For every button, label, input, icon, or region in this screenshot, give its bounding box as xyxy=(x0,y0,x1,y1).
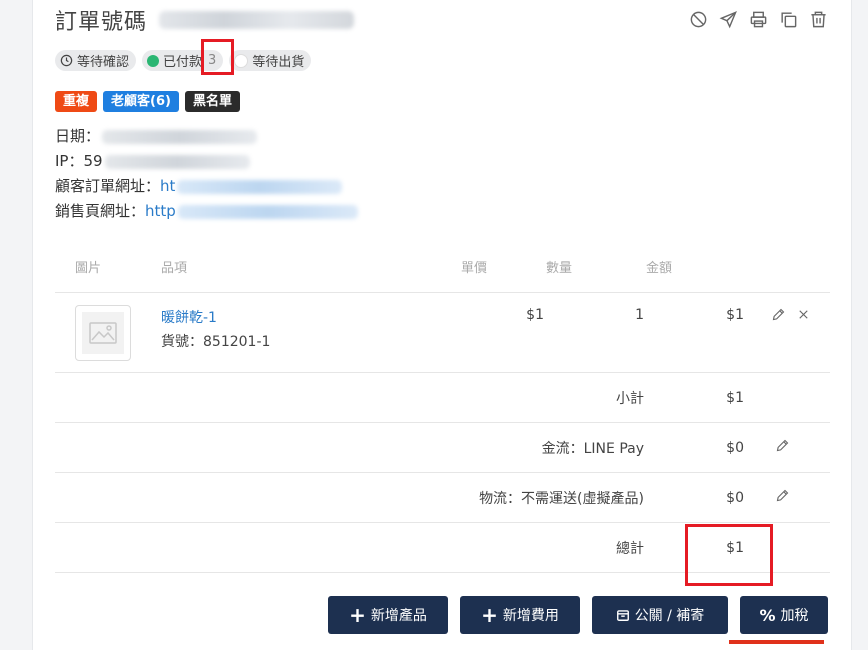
product-sku: 貨號：851201-1 xyxy=(161,334,271,350)
action-buttons: + 新增產品 + 新增費用 公關 / 補寄 % 加稅 xyxy=(328,596,828,634)
item-amount: $1 xyxy=(645,292,745,373)
image-placeholder-icon xyxy=(89,321,117,344)
add-fee-button[interactable]: + 新增費用 xyxy=(460,596,580,634)
status-row: 等待確認 已付款 3 等待出貨 xyxy=(55,50,312,71)
product-name-link[interactable]: 暖餅乾-1 xyxy=(161,307,459,327)
highlight-total xyxy=(685,524,773,586)
tag-duplicate[interactable]: 重複 xyxy=(55,91,98,112)
tag-blacklist[interactable]: 黑名單 xyxy=(184,91,240,112)
delete-button[interactable] xyxy=(807,8,829,30)
table-header-row: 圖片 品項 單價 數量 金額 xyxy=(55,240,830,293)
subtotal-row: 小計 $1 xyxy=(55,372,830,423)
status-waiting-ship[interactable]: 等待出貨 xyxy=(229,50,312,71)
shipping-label: 物流：不需運送(虛擬產品) xyxy=(55,472,645,523)
print-icon xyxy=(750,11,766,27)
ip-prefix: 59 xyxy=(83,152,103,170)
date-redacted xyxy=(102,129,258,144)
paid-dot-icon xyxy=(147,54,160,67)
tag-row: 重複 老顧客(6) 黑名單 xyxy=(55,91,240,112)
add-tax-button[interactable]: % 加稅 xyxy=(740,596,828,634)
pencil-icon xyxy=(772,308,785,321)
store-pickup-button[interactable]: 公關 / 補寄 xyxy=(592,596,728,634)
sales-url-link[interactable]: http xyxy=(145,199,176,224)
pencil-icon xyxy=(776,439,789,452)
order-info: 日期： IP： 59 顧客訂單網址： ht 銷售頁網址： http xyxy=(55,124,358,224)
accent-underline xyxy=(729,640,824,644)
order-number-redacted xyxy=(159,11,355,29)
item-qty: 1 xyxy=(545,292,645,373)
payment-label: 金流：LINE Pay xyxy=(55,422,645,473)
edit-payment-button[interactable] xyxy=(775,439,790,457)
customer-url-redacted[interactable] xyxy=(177,179,343,194)
add-product-button[interactable]: + 新增產品 xyxy=(328,596,448,634)
highlight-paid-count xyxy=(201,39,234,75)
shipping-row: 物流：不需運送(虛擬產品) $0 xyxy=(55,472,830,523)
order-title-row: 訂單號碼 xyxy=(55,4,355,36)
customer-url-label: 顧客訂單網址： xyxy=(55,177,161,195)
box-icon xyxy=(616,610,629,621)
edit-shipping-button[interactable] xyxy=(775,489,790,507)
ip-label: IP： xyxy=(55,152,84,170)
customer-url-line: 顧客訂單網址： ht xyxy=(55,174,358,199)
copy-button[interactable] xyxy=(777,8,799,30)
status-waiting-confirm[interactable]: 等待確認 xyxy=(55,50,137,71)
header-price: 單價 xyxy=(460,240,545,293)
ip-redacted xyxy=(104,154,250,169)
product-thumbnail[interactable] xyxy=(75,304,131,361)
tag-returning-customer[interactable]: 老顧客(6) xyxy=(103,91,179,112)
shipping-value: $0 xyxy=(645,472,745,523)
sales-url-line: 銷售頁網址： http xyxy=(55,199,358,224)
header-qty: 數量 xyxy=(545,240,645,293)
edit-item-button[interactable] xyxy=(771,308,790,326)
customer-url-link[interactable]: ht xyxy=(160,174,175,199)
pencil-icon xyxy=(776,489,789,502)
copy-icon xyxy=(780,11,796,27)
percent-icon: % xyxy=(759,605,776,625)
unchecked-dot-icon xyxy=(234,53,249,68)
header-item: 品項 xyxy=(160,240,460,293)
print-button[interactable] xyxy=(747,8,769,30)
order-card: 訂單號碼 等待確認 已付款 3 等待出貨 重複 老顧客(6) 黑名單 日期： I… xyxy=(32,0,852,650)
plus-icon: + xyxy=(349,603,366,627)
item-price: $1 xyxy=(460,292,545,373)
subtotal-label: 小計 xyxy=(55,372,645,423)
date-label: 日期： xyxy=(55,127,101,145)
trash-icon xyxy=(810,11,826,27)
order-actions xyxy=(687,8,829,30)
status-label: 已付款 xyxy=(163,55,203,70)
status-label: 等待出貨 xyxy=(252,55,305,70)
order-title: 訂單號碼 xyxy=(55,10,148,35)
send-icon xyxy=(719,10,737,28)
subtotal-value: $1 xyxy=(645,372,745,423)
total-label: 總計 xyxy=(55,522,645,573)
cancel-order-button[interactable] xyxy=(687,8,709,30)
header-amount: 金額 xyxy=(645,240,745,293)
payment-row: 金流：LINE Pay $0 xyxy=(55,422,830,473)
plus-icon: + xyxy=(481,603,498,627)
table-row: 暖餅乾-1 貨號：851201-1 $1 1 $1 xyxy=(55,292,830,373)
send-button[interactable] xyxy=(717,8,739,30)
header-image: 圖片 xyxy=(55,240,160,293)
status-label: 等待確認 xyxy=(77,55,130,70)
sales-url-redacted[interactable] xyxy=(177,204,358,219)
cancel-icon xyxy=(690,11,706,27)
remove-item-button[interactable] xyxy=(796,310,811,326)
close-icon xyxy=(799,310,809,319)
ip-line: IP： 59 xyxy=(55,149,358,174)
sales-url-label: 銷售頁網址： xyxy=(55,202,146,220)
payment-value: $0 xyxy=(645,422,745,473)
clock-icon xyxy=(60,54,73,67)
date-line: 日期： xyxy=(55,124,358,149)
